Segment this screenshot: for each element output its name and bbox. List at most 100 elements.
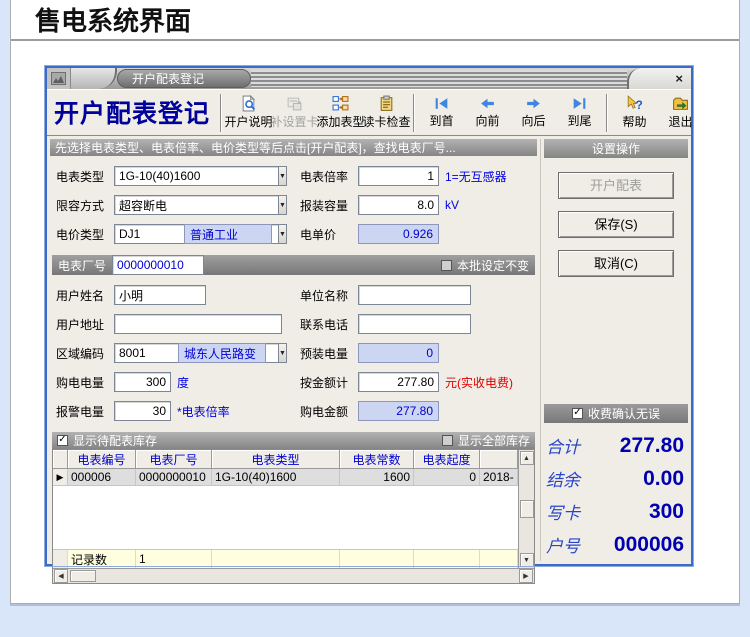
show-pending-checkbox[interactable] xyxy=(57,435,68,446)
panel-title-bar: 设置操作 xyxy=(544,139,688,158)
add-meter-type-button[interactable]: 添加表型 xyxy=(317,91,365,134)
exit-button[interactable]: 退出 xyxy=(658,91,703,134)
col-header[interactable]: 电表编号 xyxy=(68,450,136,469)
phone-input[interactable] xyxy=(358,314,471,334)
scroll-down-icon[interactable]: ▼ xyxy=(519,553,534,567)
batch-fixed-checkbox[interactable] xyxy=(440,259,452,271)
save-button[interactable]: 保存(S) xyxy=(558,211,674,238)
chevron-down-icon[interactable]: ▼ xyxy=(278,166,287,186)
toolbar-separator xyxy=(220,93,223,132)
read-card-check-button[interactable]: 读卡检查 xyxy=(363,91,411,134)
price-type-select[interactable]: ▼ xyxy=(114,224,287,244)
fee-confirm-checkbox[interactable] xyxy=(571,408,583,419)
user-name-label: 用户姓名 xyxy=(56,288,105,303)
nav-next-icon xyxy=(525,96,542,111)
footer-marker xyxy=(53,550,68,568)
org-name-input[interactable] xyxy=(358,285,471,305)
titlebar-grip[interactable] xyxy=(251,70,627,87)
balance-row: 结余 0.00 xyxy=(544,462,688,495)
form-row: 限容方式 ▼ 报装容量 kV xyxy=(56,195,535,215)
meter-ratio-input[interactable] xyxy=(358,166,439,186)
hint-bar: 先选择电表类型、电表倍率、电价类型等后点击[开户配表]，查找电表厂号... xyxy=(50,139,537,156)
vertical-scroll-thumb[interactable] xyxy=(519,500,534,518)
buy-qty-input[interactable] xyxy=(114,372,171,392)
titlebar-curve xyxy=(71,68,117,89)
account-no-row: 户号 000006 xyxy=(544,528,688,561)
factory-no-input[interactable] xyxy=(112,255,205,275)
cell-factory-no: 0000000010 xyxy=(136,469,212,485)
meter-type-value[interactable] xyxy=(114,166,278,186)
close-button[interactable]: × xyxy=(675,72,683,85)
meter-ratio-label: 电表倍率 xyxy=(300,169,349,184)
col-header[interactable]: 电表常数 xyxy=(340,450,414,469)
go-last-button[interactable]: 到尾 xyxy=(557,91,602,134)
by-amount-input[interactable] xyxy=(358,372,439,392)
area-code-select[interactable]: ▼ xyxy=(114,343,287,363)
account-no-value: 000006 xyxy=(613,532,684,556)
factory-no-label: 电表厂号 xyxy=(58,258,107,273)
limit-mode-select[interactable]: ▼ xyxy=(114,195,287,215)
area-desc: 城东人民路变 xyxy=(178,343,266,363)
open-account-button[interactable]: 开户配表 xyxy=(558,172,674,199)
capacity-unit: kV xyxy=(445,198,460,212)
go-prev-button[interactable]: 向前 xyxy=(465,91,510,134)
app-icon xyxy=(51,72,66,85)
alarm-qty-note: *电表倍率 xyxy=(177,404,230,419)
col-header[interactable]: 电表类型 xyxy=(212,450,340,469)
col-header[interactable]: 电表厂号 xyxy=(136,450,212,469)
user-name-input[interactable] xyxy=(114,285,206,305)
by-amount-note: 元(实收电费) xyxy=(445,375,513,390)
window-system-icon[interactable] xyxy=(47,68,71,89)
alarm-qty-input[interactable] xyxy=(114,401,171,421)
chevron-down-icon[interactable]: ▼ xyxy=(278,343,287,363)
scroll-right-icon[interactable]: ▶ xyxy=(519,569,533,583)
address-input[interactable] xyxy=(114,314,282,334)
horizontal-scrollbar[interactable]: ◀ ▶ xyxy=(53,568,534,583)
chevron-down-icon[interactable]: ▼ xyxy=(278,195,287,215)
scroll-up-icon[interactable]: ▲ xyxy=(519,451,534,465)
help-icon: ? xyxy=(626,95,643,112)
record-count-value: 1 xyxy=(136,550,212,568)
balance-value: 0.00 xyxy=(643,466,684,490)
col-header[interactable] xyxy=(480,450,518,469)
price-type-desc: 普通工业 xyxy=(184,224,272,244)
stock-table: 电表编号 电表厂号 电表类型 电表常数 电表起度 ▶ 000006 000000… xyxy=(52,449,535,584)
table-row[interactable]: ▶ 000006 0000000010 1G-10(40)1600 1600 0… xyxy=(53,469,518,486)
unit-price-value: 0.926 xyxy=(358,224,439,244)
reset-card-button[interactable]: 补设置卡 xyxy=(271,91,319,134)
horizontal-scroll-thumb[interactable] xyxy=(70,570,96,582)
alarm-qty-label: 报警电量 xyxy=(56,404,105,419)
batch-fixed-label: 本批设定不变 xyxy=(456,258,529,273)
panel-title-text: 设置操作 xyxy=(591,142,640,156)
form-row: 报警电量 *电表倍率 购电金额 277.80 xyxy=(56,401,535,421)
scroll-left-icon[interactable]: ◀ xyxy=(54,569,68,583)
write-card-value: 300 xyxy=(648,499,684,523)
nav-first-icon xyxy=(433,96,450,111)
page-title-text: 售电系统界面 xyxy=(35,6,192,36)
current-row-marker: ▶ xyxy=(53,469,68,485)
chevron-down-icon[interactable]: ▼ xyxy=(278,224,287,244)
button-label: 帮助 xyxy=(622,115,647,129)
window-title-text: 开户配表登记 xyxy=(132,72,205,86)
area-code-label: 区域编码 xyxy=(56,346,105,361)
row-marker-header xyxy=(53,450,68,469)
nav-prev-icon xyxy=(479,96,496,111)
buy-amount-label: 购电金额 xyxy=(300,404,349,419)
capacity-input[interactable] xyxy=(358,195,439,215)
form-row: 用户姓名 单位名称 xyxy=(56,285,535,305)
write-card-row: 写卡 300 xyxy=(544,495,688,528)
form-column: 先选择电表类型、电表倍率、电价类型等后点击[开户配表]，查找电表厂号... 电表… xyxy=(50,139,537,584)
vertical-scrollbar[interactable]: ▲ ▼ xyxy=(518,450,534,568)
limit-mode-value[interactable] xyxy=(114,195,278,215)
go-first-button[interactable]: 到首 xyxy=(419,91,464,134)
meter-type-select[interactable]: ▼ xyxy=(114,166,287,186)
help-button[interactable]: ? 帮助 xyxy=(612,91,657,134)
col-header[interactable]: 电表起度 xyxy=(414,450,480,469)
open-help-button[interactable]: 开户说明 xyxy=(225,91,273,134)
cell-constant: 1600 xyxy=(340,469,414,485)
show-all-checkbox[interactable] xyxy=(441,435,453,446)
cancel-button[interactable]: 取消(C) xyxy=(558,250,674,277)
go-next-button[interactable]: 向后 xyxy=(511,91,556,134)
record-count-label: 记录数 xyxy=(68,550,136,568)
table-header-row: 电表编号 电表厂号 电表类型 电表常数 电表起度 xyxy=(53,450,518,469)
